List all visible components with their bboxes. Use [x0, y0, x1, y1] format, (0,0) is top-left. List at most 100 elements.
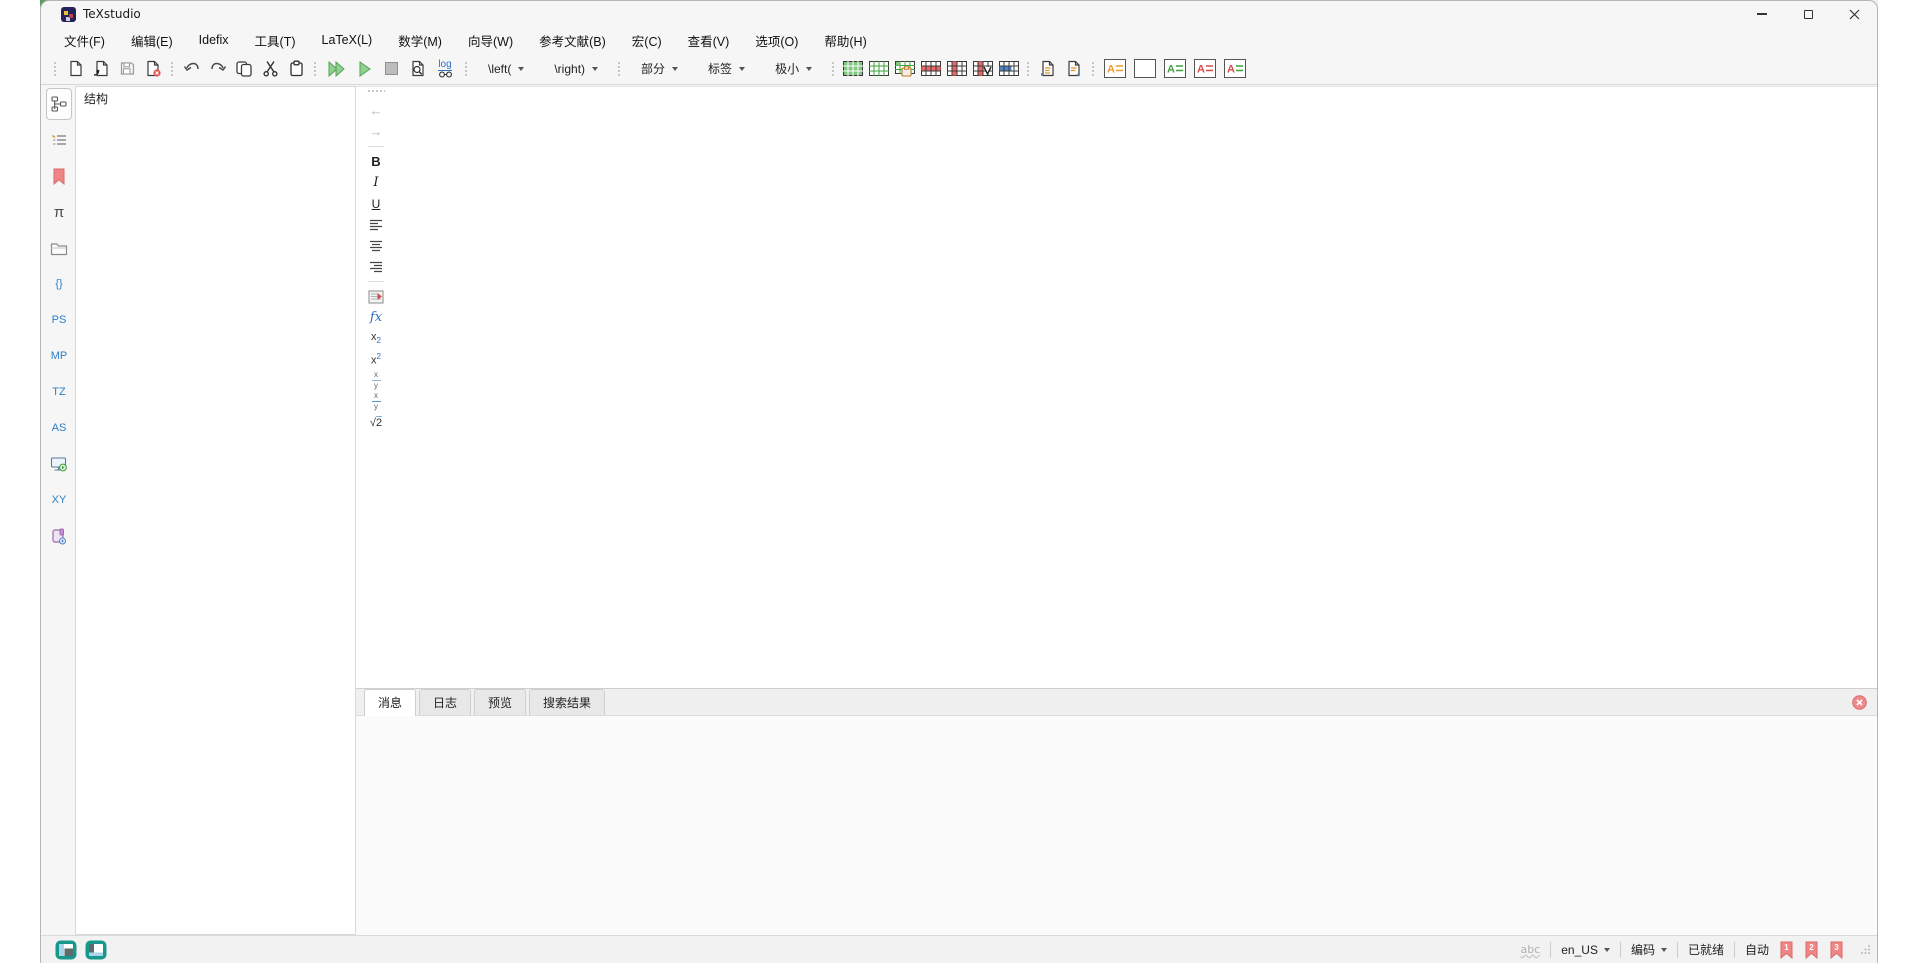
sidebar-item-document-settings[interactable] — [46, 520, 72, 552]
sidebar-item-structure[interactable] — [46, 88, 72, 120]
reference-dropdown[interactable]: 标签 — [699, 57, 754, 81]
menu-tools[interactable]: 工具(T) — [242, 28, 309, 53]
save-file-button[interactable] — [114, 56, 140, 82]
tab-log[interactable]: 日志 — [419, 689, 471, 715]
dfrac-button[interactable]: xy — [364, 391, 388, 412]
compile-button[interactable] — [352, 56, 378, 82]
sidebar-item-xy[interactable]: XY — [46, 484, 72, 516]
annotation-todo-button[interactable]: A — [1100, 56, 1130, 82]
align-center-button[interactable] — [364, 235, 388, 256]
spellcheck-indicator[interactable]: abc — [1520, 943, 1540, 956]
redo-button[interactable] — [205, 56, 231, 82]
toolbar-grip[interactable] — [830, 60, 835, 78]
annotation-ok-button[interactable]: A — [1160, 56, 1190, 82]
sidebar-item-tikz[interactable]: TZ — [46, 376, 72, 408]
menu-wizard[interactable]: 向导(W) — [455, 28, 526, 53]
toolbar-grip[interactable] — [312, 60, 317, 78]
toolbar-grip[interactable] — [1025, 60, 1030, 78]
format-selection-button[interactable] — [1061, 56, 1087, 82]
stop-button[interactable] — [378, 56, 404, 82]
menu-math[interactable]: 数学(M) — [385, 28, 455, 53]
sidebar-item-snippets[interactable]: {} — [46, 268, 72, 300]
resize-grip[interactable] — [1860, 944, 1871, 955]
toolbar-grip[interactable] — [1090, 60, 1095, 78]
language-dropdown[interactable]: en_US — [1561, 943, 1610, 957]
close-button[interactable] — [1831, 1, 1877, 27]
tab-search-results[interactable]: 搜索结果 — [529, 689, 605, 715]
close-bottom-panel-button[interactable] — [1849, 692, 1869, 712]
subscript-button[interactable]: x2 — [364, 328, 388, 349]
tab-preview[interactable]: 预览 — [474, 689, 526, 715]
bold-button[interactable]: B — [364, 151, 388, 172]
insert-figure-button[interactable] — [364, 286, 388, 307]
sidebar-item-line-markers[interactable] — [46, 124, 72, 156]
annotation-error-button[interactable]: A — [1190, 56, 1220, 82]
cut-button[interactable] — [257, 56, 283, 82]
copy-button[interactable] — [231, 56, 257, 82]
indent-left-button[interactable]: ← — [364, 100, 388, 121]
menu-file[interactable]: 文件(F) — [51, 28, 118, 53]
sidebar-item-metapost[interactable]: MP — [46, 340, 72, 372]
font-size-dropdown[interactable]: 极小 — [766, 57, 821, 81]
toggle-side-panel-button[interactable] — [55, 940, 77, 960]
menu-options[interactable]: 选项(O) — [742, 28, 811, 53]
build-and-view-button[interactable] — [322, 56, 352, 82]
superscript-button[interactable]: x2 — [364, 349, 388, 370]
minimize-button[interactable] — [1739, 1, 1785, 27]
math-mode-button[interactable]: fx — [364, 307, 388, 328]
open-file-button[interactable] — [88, 56, 114, 82]
menu-macros[interactable]: 宏(C) — [619, 28, 675, 53]
right-delimiter-dropdown[interactable]: \right) — [545, 57, 607, 81]
menu-idefix[interactable]: Idefix — [186, 30, 242, 50]
toolbar-grip[interactable] — [463, 60, 468, 78]
align-columns-button[interactable] — [996, 56, 1022, 82]
sectioning-dropdown[interactable]: 部分 — [632, 57, 687, 81]
italic-button[interactable]: I — [364, 172, 388, 193]
paste-table-button[interactable] — [892, 56, 918, 82]
sidebar-item-files[interactable] — [46, 232, 72, 264]
toolbar-grip[interactable] — [367, 89, 385, 94]
insert-table-button[interactable] — [840, 56, 866, 82]
align-left-button[interactable] — [364, 214, 388, 235]
view-pdf-button[interactable] — [404, 56, 430, 82]
menu-bibliography[interactable]: 参考文献(B) — [526, 28, 619, 53]
menu-help[interactable]: 帮助(H) — [811, 28, 879, 53]
sqrt-button[interactable]: √2 — [364, 412, 388, 433]
table-grid-button[interactable] — [866, 56, 892, 82]
maximize-button[interactable] — [1785, 1, 1831, 27]
sidebar-item-pstricks[interactable]: PS — [46, 304, 72, 336]
toolbar-grip[interactable] — [616, 60, 621, 78]
bookmark-2-button[interactable]: 2 — [1804, 941, 1819, 959]
menu-latex[interactable]: LaTeX(L) — [309, 30, 386, 50]
view-log-button[interactable]: log — [430, 56, 460, 82]
remove-table-column-button[interactable] — [970, 56, 996, 82]
bookmark-1-button[interactable]: 1 — [1779, 941, 1794, 959]
sidebar-item-asymptote[interactable]: AS — [46, 412, 72, 444]
menu-view[interactable]: 查看(V) — [675, 28, 743, 53]
align-right-button[interactable] — [364, 256, 388, 277]
sidebar-item-beamer[interactable] — [46, 448, 72, 480]
sidebar-item-symbols[interactable]: π — [46, 196, 72, 228]
paste-button[interactable] — [283, 56, 309, 82]
toolbar-grip[interactable] — [52, 60, 57, 78]
format-source-button[interactable] — [1035, 56, 1061, 82]
annotation-mixed-button[interactable]: A — [1220, 56, 1250, 82]
indent-right-button[interactable]: → — [364, 121, 388, 142]
annotation-clear-button[interactable] — [1130, 56, 1160, 82]
close-file-button[interactable] — [140, 56, 166, 82]
encoding-dropdown[interactable]: 编码 — [1631, 941, 1667, 958]
menu-edit[interactable]: 编辑(E) — [118, 28, 186, 53]
bookmark-3-button[interactable]: 3 — [1829, 941, 1844, 959]
fraction-button[interactable]: xy — [364, 370, 388, 391]
delete-column-button[interactable] — [944, 56, 970, 82]
editor-area[interactable]: ← → B I U — [356, 86, 1877, 688]
delete-row-button[interactable] — [918, 56, 944, 82]
new-file-button[interactable] — [62, 56, 88, 82]
left-delimiter-dropdown[interactable]: \left( — [479, 57, 533, 81]
messages-panel[interactable] — [356, 716, 1877, 935]
undo-button[interactable] — [179, 56, 205, 82]
underline-button[interactable]: U — [364, 193, 388, 214]
tab-messages[interactable]: 消息 — [364, 689, 416, 716]
toggle-bottom-panel-button[interactable] — [85, 940, 107, 960]
sidebar-item-bookmarks[interactable] — [46, 160, 72, 192]
